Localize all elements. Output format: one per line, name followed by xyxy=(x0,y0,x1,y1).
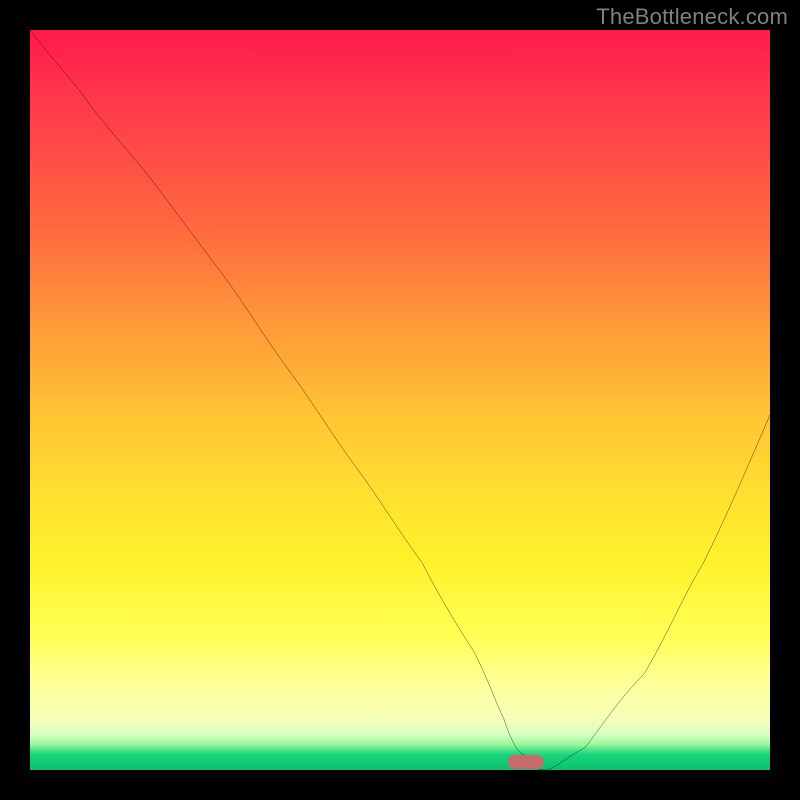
chart-frame: TheBottleneck.com xyxy=(0,0,800,800)
plot-area xyxy=(30,30,770,770)
optimal-marker xyxy=(508,755,544,769)
curve-path xyxy=(30,30,770,770)
watermark-text: TheBottleneck.com xyxy=(596,4,788,30)
bottleneck-curve xyxy=(30,30,770,770)
